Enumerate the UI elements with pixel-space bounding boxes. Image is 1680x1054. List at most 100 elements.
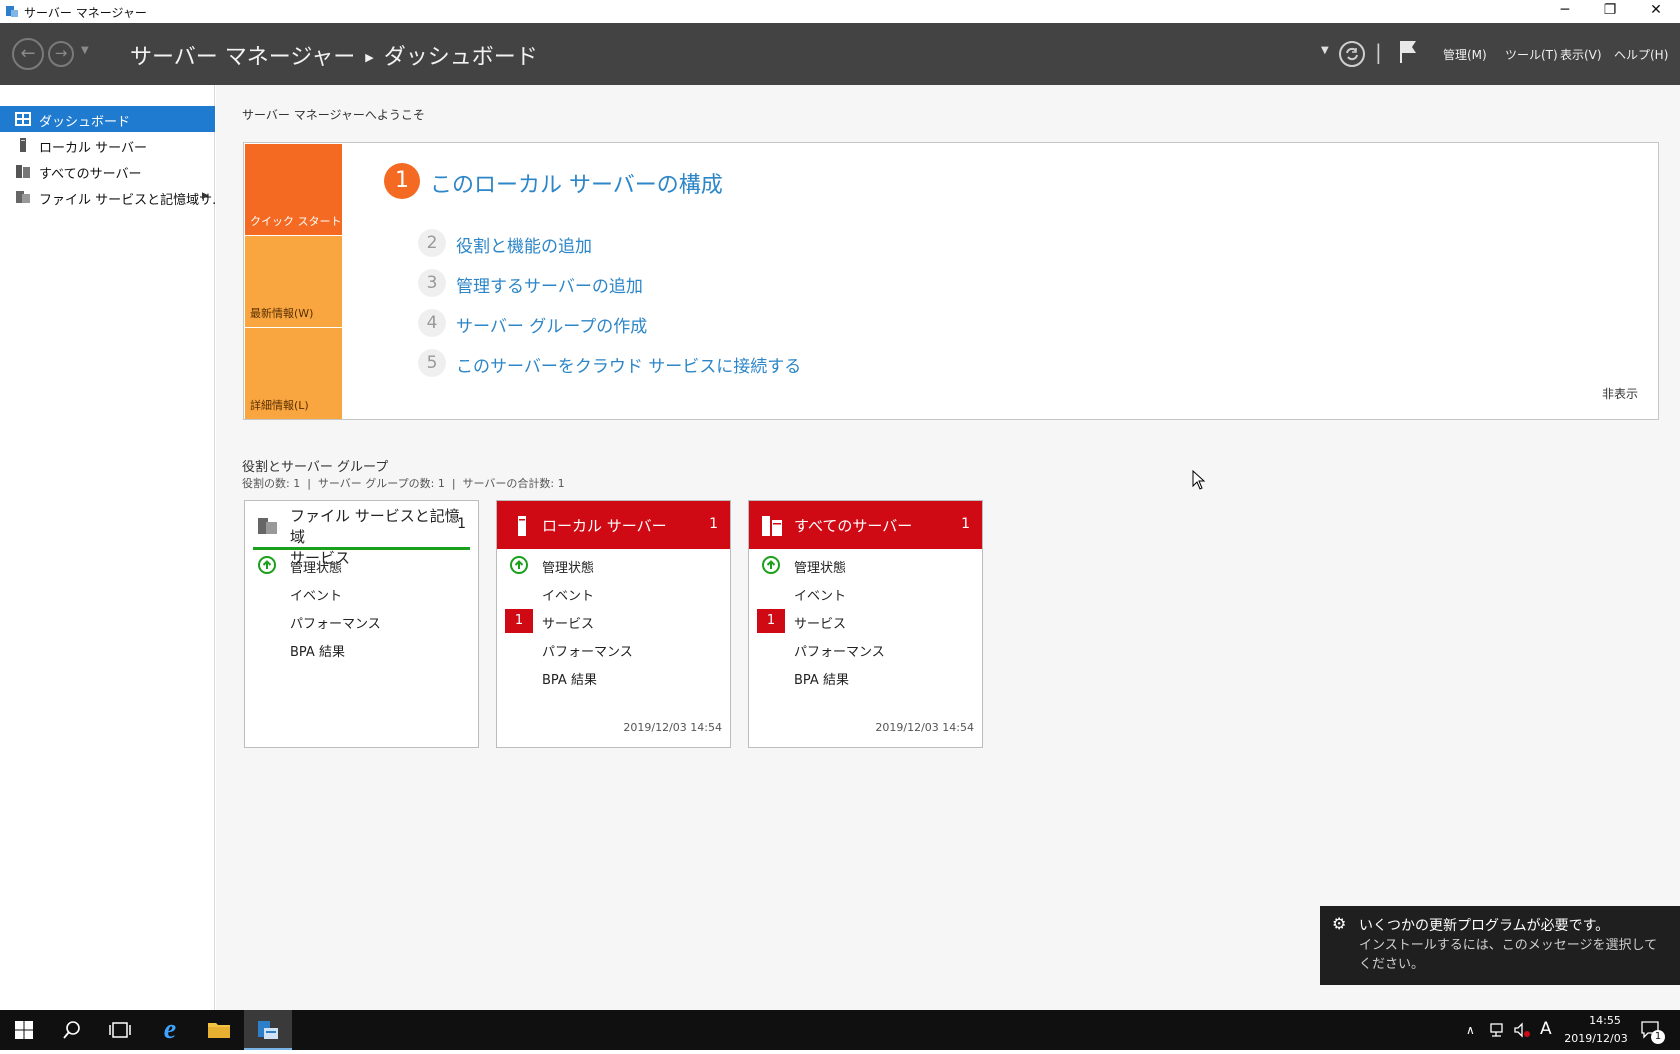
window-title: サーバー マネージャー — [24, 6, 147, 20]
card-row-performance[interactable]: パフォーマンス — [245, 608, 478, 634]
step-link[interactable]: サーバー グループの作成 — [456, 312, 647, 337]
roles-title: 役割とサーバー グループ — [242, 460, 389, 475]
step-link[interactable]: このサーバーをクラウド サービスに接続する — [456, 352, 801, 377]
card-row-manageability[interactable]: 管理状態 — [245, 552, 478, 578]
step-link[interactable]: 管理するサーバーの追加 — [456, 272, 643, 297]
card-title: すべてのサーバー — [794, 517, 913, 535]
file-explorer-button[interactable] — [195, 1010, 243, 1050]
card-count: 1 — [457, 516, 466, 532]
breadcrumb-current: ダッシュボード — [383, 45, 538, 70]
hide-link[interactable]: 非表示 — [1602, 385, 1638, 402]
file-services-icon — [16, 191, 30, 203]
card-row-performance[interactable]: パフォーマンス — [749, 636, 982, 662]
server-manager-taskbar-button[interactable] — [244, 1010, 292, 1050]
step-number: 5 — [418, 349, 446, 377]
card-file-services[interactable]: ファイル サービスと記憶域 サービス 1 管理状態 イベント パフォーマンス B… — [244, 500, 479, 748]
clock-time[interactable]: 14:55 — [1578, 1014, 1632, 1027]
start-button[interactable] — [0, 1010, 48, 1050]
step-number: 1 — [384, 163, 420, 199]
sidebar-item-label: ダッシュボード — [39, 115, 131, 130]
tile-label: クイック スタート(Q) — [250, 215, 359, 228]
row-label: パフォーマンス — [542, 645, 633, 660]
server-manager-icon — [258, 1021, 278, 1039]
search-button[interactable] — [48, 1010, 96, 1050]
minimize-button[interactable]: ─ — [1542, 0, 1588, 23]
notification-count-badge: 1 — [1651, 1030, 1665, 1044]
breadcrumb: サーバー マネージャー ▶ ダッシュボード — [130, 39, 538, 71]
tile-learn-more[interactable]: 詳細情報(L) — [245, 328, 342, 419]
header-bar: ← → ▼ サーバー マネージャー ▶ ダッシュボード ▼ | 管理(M) ツール(… — [0, 23, 1680, 85]
breadcrumb-separator-icon: ▶ — [365, 51, 374, 64]
row-label: パフォーマンス — [290, 617, 381, 632]
row-label: 管理状態 — [794, 561, 847, 576]
expand-arrow-icon[interactable]: ▶ — [202, 191, 209, 201]
arrow-right-icon: → — [54, 44, 68, 62]
history-dropdown-icon[interactable]: ▼ — [81, 45, 89, 56]
toast-title: いくつかの更新プログラムが必要です。 — [1359, 918, 1610, 934]
row-label: イベント — [290, 589, 343, 604]
forward-button[interactable]: → — [48, 41, 74, 67]
card-row-performance[interactable]: パフォーマンス — [497, 636, 730, 662]
card-row-bpa[interactable]: BPA 結果 — [749, 664, 982, 690]
search-icon — [63, 1021, 80, 1039]
network-icon[interactable] — [1489, 1022, 1507, 1038]
sidebar-item-local-server[interactable]: ローカル サーバー — [0, 132, 215, 158]
tile-quick-start[interactable]: クイック スタート(Q) — [245, 144, 359, 235]
tile-label: 詳細情報(L) — [250, 399, 309, 412]
menu-manage[interactable]: 管理(M) — [1443, 46, 1487, 63]
card-count: 1 — [709, 516, 718, 532]
status-up-icon — [258, 556, 276, 574]
card-timestamp: 2019/12/03 14:54 — [623, 721, 722, 734]
step-link[interactable]: 役割と機能の追加 — [456, 232, 592, 257]
menu-help[interactable]: ヘルプ(H) — [1614, 46, 1668, 63]
tile-whats-new[interactable]: 最新情報(W) — [245, 236, 342, 327]
refresh-icon[interactable] — [1338, 40, 1366, 68]
ime-mode-indicator[interactable]: A — [1540, 1019, 1552, 1039]
card-row-services[interactable]: 1 サービス — [497, 608, 730, 634]
volume-muted-icon[interactable] — [1513, 1022, 1531, 1038]
refresh-dropdown-icon[interactable]: ▼ — [1321, 45, 1329, 56]
arrow-left-icon: ← — [20, 43, 36, 64]
close-button[interactable]: ✕ — [1633, 0, 1679, 23]
update-notification-toast[interactable]: ⚙ いくつかの更新プログラムが必要です。 インストールするには、このメッセージを… — [1320, 906, 1680, 985]
card-all-servers[interactable]: すべてのサーバー 1 管理状態 イベント 1 サービス パフォーマンス BPA … — [748, 500, 983, 748]
card-header[interactable]: ローカル サーバー 1 — [497, 501, 730, 549]
card-header[interactable]: すべてのサーバー 1 — [749, 501, 982, 549]
back-button[interactable]: ← — [12, 38, 44, 70]
row-label: 管理状態 — [542, 561, 595, 576]
task-view-button[interactable] — [96, 1010, 144, 1050]
menu-view[interactable]: 表示(V) — [1560, 46, 1602, 63]
sidebar-item-label: ローカル サーバー — [39, 141, 148, 156]
step-link[interactable]: このローカル サーバーの構成 — [430, 167, 723, 199]
sidebar-item-file-services[interactable]: ファイル サービスと記憶域サ... ▶ — [0, 184, 225, 210]
clock-date[interactable]: 2019/12/03 — [1560, 1032, 1632, 1045]
restore-button[interactable]: ❐ — [1587, 0, 1633, 23]
servers-icon — [762, 516, 782, 536]
show-hidden-icons-icon[interactable]: ∧ — [1466, 1023, 1475, 1037]
card-row-events[interactable]: イベント — [497, 580, 730, 606]
sidebar-item-all-servers[interactable]: すべてのサーバー — [0, 158, 215, 184]
card-row-manageability[interactable]: 管理状態 — [749, 552, 982, 578]
row-label: BPA 結果 — [290, 645, 345, 660]
breadcrumb-root[interactable]: サーバー マネージャー — [130, 45, 355, 70]
notification-flag-icon[interactable] — [1398, 39, 1418, 65]
card-row-bpa[interactable]: BPA 結果 — [245, 636, 478, 662]
card-local-server[interactable]: ローカル サーバー 1 管理状態 イベント 1 サービス パフォーマンス BPA… — [496, 500, 731, 748]
alert-badge: 1 — [757, 609, 785, 633]
row-label: イベント — [794, 589, 847, 604]
server-manager-icon — [6, 6, 18, 17]
card-row-events[interactable]: イベント — [749, 580, 982, 606]
menu-tools[interactable]: ツール(T) — [1505, 46, 1558, 63]
internet-explorer-button[interactable]: e — [146, 1010, 194, 1050]
card-count: 1 — [961, 516, 970, 532]
card-row-services[interactable]: 1 サービス — [749, 608, 982, 634]
card-title: ローカル サーバー — [542, 517, 667, 535]
card-header[interactable]: ファイル サービスと記憶域 サービス 1 — [245, 501, 478, 567]
card-row-bpa[interactable]: BPA 結果 — [497, 664, 730, 690]
card-row-manageability[interactable]: 管理状態 — [497, 552, 730, 578]
status-ok-bar — [253, 547, 470, 550]
card-row-events[interactable]: イベント — [245, 580, 478, 606]
sidebar-item-dashboard[interactable]: ダッシュボード — [0, 106, 215, 132]
step-number: 4 — [418, 309, 446, 337]
roles-summary: 役割の数: 1 | サーバー グループの数: 1 | サーバーの合計数: 1 — [242, 477, 565, 490]
